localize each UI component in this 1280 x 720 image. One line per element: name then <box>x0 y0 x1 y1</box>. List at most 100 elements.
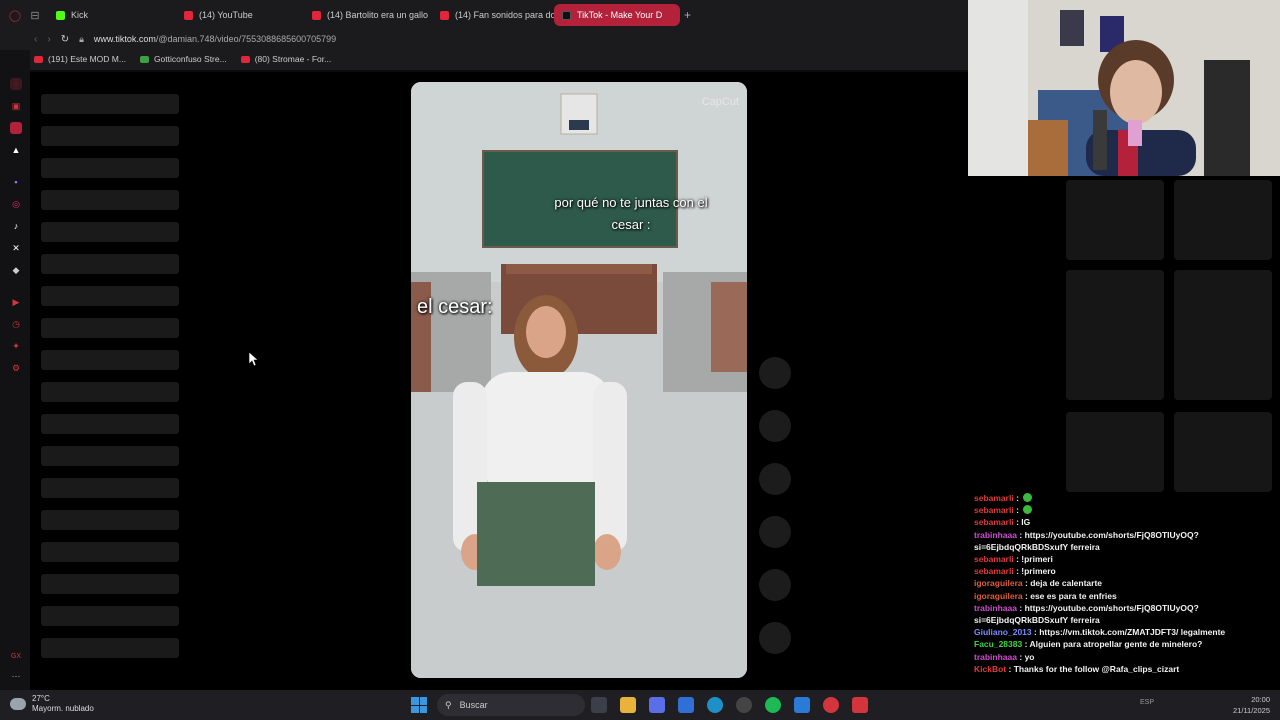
skeleton-row <box>41 222 179 242</box>
tab-bartolito[interactable]: (14) Bartolito era un gallo <box>304 4 432 26</box>
opera-menu-icon[interactable]: ◯ <box>8 8 22 22</box>
steam-icon[interactable] <box>736 697 752 713</box>
pinboard-icon[interactable]: ▣ <box>10 100 22 112</box>
aria-ai-icon[interactable]: ▲ <box>10 144 22 156</box>
player-icon[interactable]: ▶ <box>10 296 22 308</box>
tiktok-rail-icon[interactable]: ♪ <box>10 220 22 232</box>
reload-icon[interactable]: ↻ <box>61 34 69 45</box>
notepad-icon[interactable] <box>794 697 810 713</box>
bookmark-item[interactable]: (80) Stromae - For... <box>240 54 331 64</box>
video-player[interactable]: CapCut por qué no te juntas con el cesar… <box>411 82 747 678</box>
more-icon[interactable]: ⋯ <box>10 670 22 682</box>
skeleton-row <box>41 286 179 306</box>
windows-taskbar: 27°C Mayorm. nublado ⚲ Buscar ESP 20:00 2… <box>0 690 1280 720</box>
chat-message: sebamarli : <box>974 504 1274 516</box>
avatar-button[interactable] <box>759 357 791 389</box>
language-indicator[interactable]: ESP <box>1140 699 1154 706</box>
music-disc-button[interactable] <box>759 622 791 654</box>
tab-kick[interactable]: Kick <box>48 4 176 26</box>
history-icon[interactable]: ◷ <box>10 318 22 330</box>
github-icon <box>139 55 149 63</box>
skeleton-row <box>41 542 179 562</box>
skeleton-row <box>41 414 179 434</box>
cloud-icon <box>10 698 26 710</box>
url-field[interactable]: www.tiktok.com/@damian.748/video/7553088… <box>94 34 336 44</box>
chat-message: KickBot : Thanks for the follow @Rafa_cl… <box>974 663 1180 674</box>
address-bar: ‹ › ↻ 🔒︎ www.tiktok.com/@damian.748/vide… <box>0 30 968 48</box>
chat-message: igoraguilera : ese es para te enfries <box>974 590 1117 601</box>
chat-message: sebamarli : <box>974 492 1274 504</box>
edge-icon[interactable] <box>707 697 723 713</box>
chat-message: igoraguilera : deja de calentarte <box>974 578 1103 589</box>
weather-widget[interactable]: 27°C Mayorm. nublado <box>10 694 94 714</box>
webcam-feed <box>968 0 1280 176</box>
emote-icon <box>1023 505 1033 515</box>
bookmark-item[interactable]: Gotticonfuso Stre... <box>139 54 227 64</box>
mouse-cursor-icon <box>249 352 259 366</box>
like-button[interactable] <box>759 410 791 442</box>
store-icon[interactable] <box>678 697 694 713</box>
stream-chat: sebamarli : sebamarli : sebamarli : IG t… <box>974 492 1274 675</box>
search-icon: ⚲ <box>445 699 452 710</box>
messenger-icon[interactable] <box>10 122 22 134</box>
youtube-icon <box>34 55 43 63</box>
bookmarks-bar: (191) Este MOD M... Gotticonfuso Stre...… <box>0 48 968 70</box>
tab-youtube[interactable]: (14) YouTube <box>176 4 304 26</box>
lock-icon[interactable]: 🔒︎ <box>79 34 84 45</box>
extensions-icon[interactable]: ✦ <box>10 340 22 352</box>
thumbnail-placeholder <box>1174 270 1272 400</box>
bookmark-item[interactable]: (191) Este MOD M... <box>34 54 126 64</box>
settings-icon[interactable]: ⚙ <box>10 362 22 374</box>
gx-icon[interactable]: GX <box>10 650 22 662</box>
twitch-icon[interactable]: ▪ <box>10 176 22 188</box>
tiktok-app-icon[interactable] <box>852 697 868 713</box>
forward-icon[interactable]: › <box>47 34 50 45</box>
video-caption-top: por qué no te juntas con el cesar : <box>554 195 708 232</box>
tab-search-icon[interactable]: ⊟ <box>28 8 42 22</box>
video-caption-name: el cesar: <box>417 296 493 318</box>
chat-message: sebamarli : !primeri <box>974 554 1053 565</box>
youtube-icon <box>440 10 449 20</box>
instagram-icon[interactable]: ◎ <box>10 198 22 210</box>
kick-icon <box>56 10 65 20</box>
windows-start-icon[interactable] <box>411 697 427 713</box>
chat-message: Giuliano_2013 : https://vm.tiktok.com/ZM… <box>974 627 1226 638</box>
webcam-image <box>968 0 1280 176</box>
discord-icon[interactable]: ◆ <box>10 264 22 276</box>
skeleton-row <box>41 350 179 370</box>
skeleton-row <box>41 190 179 210</box>
spotify-icon[interactable] <box>765 697 781 713</box>
skeleton-row <box>41 126 179 146</box>
file-explorer-icon[interactable] <box>620 697 636 713</box>
new-tab-button[interactable]: + <box>684 8 691 22</box>
weather-temp: 27°C <box>32 694 50 703</box>
chat-message: Facu_28383 : Alguien para atropellar gen… <box>974 639 1203 650</box>
taskbar-search[interactable]: ⚲ Buscar <box>437 694 585 716</box>
x-icon[interactable]: ✕ <box>10 242 22 254</box>
skeleton-row <box>41 574 179 594</box>
aria-icon[interactable]: ◌ <box>10 78 22 90</box>
youtube-icon <box>184 10 193 20</box>
task-view-icon[interactable] <box>591 697 607 713</box>
tab-sonidos[interactable]: (14) Fan sonidos para do <box>432 4 554 26</box>
tab-tiktok[interactable]: TikTok - Make Your D <box>554 4 680 26</box>
skeleton-row <box>41 254 179 274</box>
chat-message: trabinhaaa : https://youtube.com/shorts/… <box>974 602 1199 626</box>
clock[interactable]: 20:00 21/11/2025 <box>1233 694 1270 716</box>
share-button[interactable] <box>759 569 791 601</box>
thumbnail-placeholder <box>1174 412 1272 492</box>
thumbnail-placeholder <box>1174 180 1272 260</box>
skeleton-row <box>41 94 179 114</box>
copilot-icon[interactable] <box>649 697 665 713</box>
chat-message: sebamarli : !primero <box>974 566 1056 577</box>
skeleton-row <box>41 638 179 658</box>
opera-gx-icon[interactable] <box>823 697 839 713</box>
save-button[interactable] <box>759 516 791 548</box>
comment-button[interactable] <box>759 463 791 495</box>
skeleton-row <box>41 606 179 626</box>
screen: ◯ ⊟ Kick (14) YouTube (14) Bartolito era… <box>0 0 1280 720</box>
video-frame <box>411 82 747 678</box>
skeleton-row <box>41 158 179 178</box>
back-icon[interactable]: ‹ <box>34 34 37 45</box>
chat-message: trabinhaaa : yo <box>974 651 1035 662</box>
